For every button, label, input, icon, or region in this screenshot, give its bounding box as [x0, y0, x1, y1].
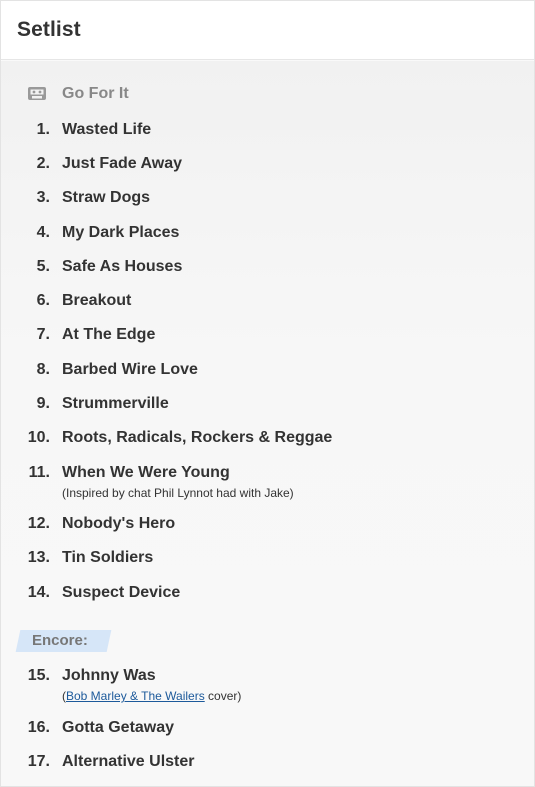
song-number: 12.: [27, 515, 50, 532]
list-item: 2. Just Fade Away: [1, 155, 534, 179]
song-title[interactable]: Tin Soldiers: [62, 549, 153, 567]
song-number: 2.: [36, 155, 50, 172]
song-number: 9.: [36, 395, 50, 412]
song-number: 3.: [36, 189, 50, 206]
list-item: 16. Gotta Getaway: [1, 719, 534, 743]
list-item: 17. Alternative Ulster: [1, 753, 534, 777]
song-title[interactable]: Suspect Device: [62, 584, 180, 602]
list-item: 9. Strummerville: [1, 395, 534, 419]
song-number: 4.: [36, 224, 50, 241]
song-number: 11.: [28, 464, 50, 481]
tape-label[interactable]: Go For It: [62, 85, 129, 103]
song-title[interactable]: When We Were Young: [62, 464, 230, 482]
song-title[interactable]: Breakout: [62, 292, 131, 310]
cassette-tape-icon: [28, 87, 46, 100]
setlist-body: Go For It 1. Wasted Life 2. Just Fade Aw…: [1, 61, 534, 786]
list-item: 6. Breakout: [1, 292, 534, 316]
song-title[interactable]: Safe As Houses: [62, 258, 182, 276]
song-title[interactable]: Gotta Getaway: [62, 719, 174, 737]
song-number: 7.: [36, 326, 50, 343]
list-item: 13. Tin Soldiers: [1, 549, 534, 573]
encore-label: Encore:: [32, 632, 88, 649]
setlist-panel: Setlist Go For It 1. Wasted Life 2. Just…: [0, 0, 535, 787]
list-item: 4. My Dark Places: [1, 224, 534, 248]
song-title[interactable]: At The Edge: [62, 326, 155, 344]
song-title[interactable]: Alternative Ulster: [62, 753, 195, 771]
note-suffix: cover): [204, 689, 242, 703]
tape-row: Go For It: [1, 83, 534, 105]
artist-link[interactable]: Bob Marley & The Wailers: [66, 689, 205, 703]
song-number: 17.: [27, 753, 50, 770]
list-item: 7. At The Edge: [1, 326, 534, 350]
song-number: 14.: [27, 584, 50, 601]
song-title[interactable]: Straw Dogs: [62, 189, 150, 207]
song-number: 1.: [36, 121, 50, 138]
song-title[interactable]: Strummerville: [62, 395, 169, 413]
list-item: 1. Wasted Life: [1, 121, 534, 145]
song-number: 13.: [27, 549, 50, 566]
song-title[interactable]: Barbed Wire Love: [62, 361, 198, 379]
song-note: (Bob Marley & The Wailers cover): [62, 689, 241, 703]
song-title[interactable]: Wasted Life: [62, 121, 151, 139]
list-item: 12. Nobody's Hero: [1, 515, 534, 539]
song-number: 6.: [36, 292, 50, 309]
song-number: 10.: [27, 429, 50, 446]
song-number: 8.: [36, 361, 50, 378]
song-note: (Inspired by chat Phil Lynnot had with J…: [62, 486, 294, 500]
page-title: Setlist: [17, 18, 81, 41]
setlist-header: Setlist: [1, 1, 534, 60]
song-title[interactable]: Johnny Was: [62, 667, 156, 685]
song-number: 15.: [27, 667, 50, 684]
song-title[interactable]: My Dark Places: [62, 224, 179, 242]
list-item: 5. Safe As Houses: [1, 258, 534, 282]
list-item: 8. Barbed Wire Love: [1, 361, 534, 385]
list-item: 15. Johnny Was (Bob Marley & The Wailers…: [1, 667, 534, 707]
song-number: 5.: [36, 258, 50, 275]
list-item: 11. When We Were Young (Inspired by chat…: [1, 464, 534, 504]
song-title[interactable]: Roots, Radicals, Rockers & Reggae: [62, 429, 332, 447]
list-item: 10. Roots, Radicals, Rockers & Reggae: [1, 429, 534, 453]
song-title[interactable]: Just Fade Away: [62, 155, 182, 173]
list-item: 3. Straw Dogs: [1, 189, 534, 213]
list-item: 14. Suspect Device: [1, 584, 534, 608]
song-title[interactable]: Nobody's Hero: [62, 515, 175, 533]
song-number: 16.: [27, 719, 50, 736]
